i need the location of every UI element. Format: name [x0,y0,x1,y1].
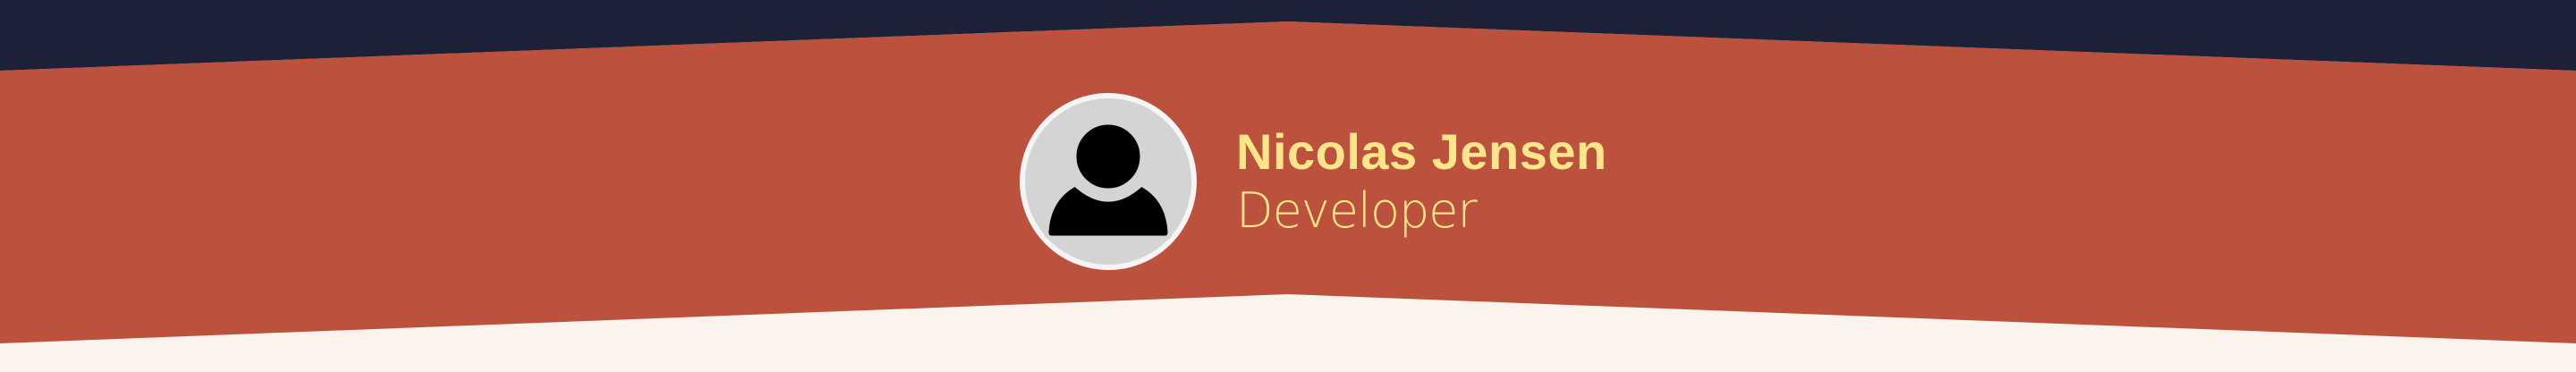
avatar [1020,93,1197,270]
profile-card: Nicolas Jensen Developer [1018,91,1607,272]
profile-name: Nicolas Jensen [1236,123,1607,180]
profile-identity: Nicolas Jensen Developer [1236,123,1607,241]
profile-banner: Nicolas Jensen Developer [0,0,2576,372]
profile-role: Developer [1236,182,1478,239]
